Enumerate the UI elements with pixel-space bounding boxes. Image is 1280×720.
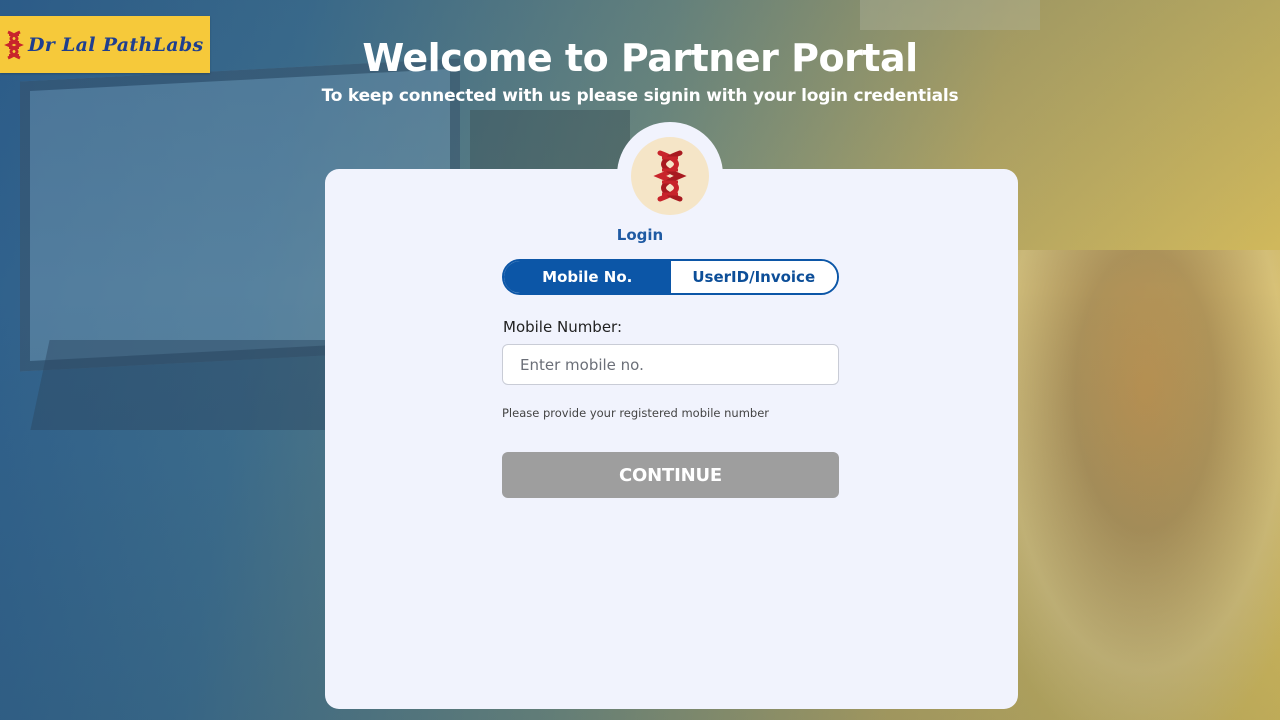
login-page: Dr Lal PathLabs Welcome to Partner Porta… [0, 0, 1280, 720]
tab-mobile-no[interactable]: Mobile No. [504, 261, 671, 293]
mobile-number-input[interactable] [502, 344, 839, 385]
mobile-help-text: Please provide your registered mobile nu… [502, 406, 769, 420]
login-logo [631, 137, 709, 215]
login-card [325, 169, 1018, 709]
login-method-toggle: Mobile No. UserID/Invoice [502, 259, 839, 295]
page-subtitle: To keep connected with us please signin … [321, 86, 959, 106]
continue-button[interactable]: CONTINUE [502, 452, 839, 498]
login-heading: Login [616, 226, 664, 244]
mobile-number-label: Mobile Number: [503, 318, 623, 336]
dna-helix-icon [653, 150, 687, 202]
tab-userid-invoice[interactable]: UserID/Invoice [670, 261, 837, 293]
page-title: Welcome to Partner Portal [362, 36, 918, 80]
